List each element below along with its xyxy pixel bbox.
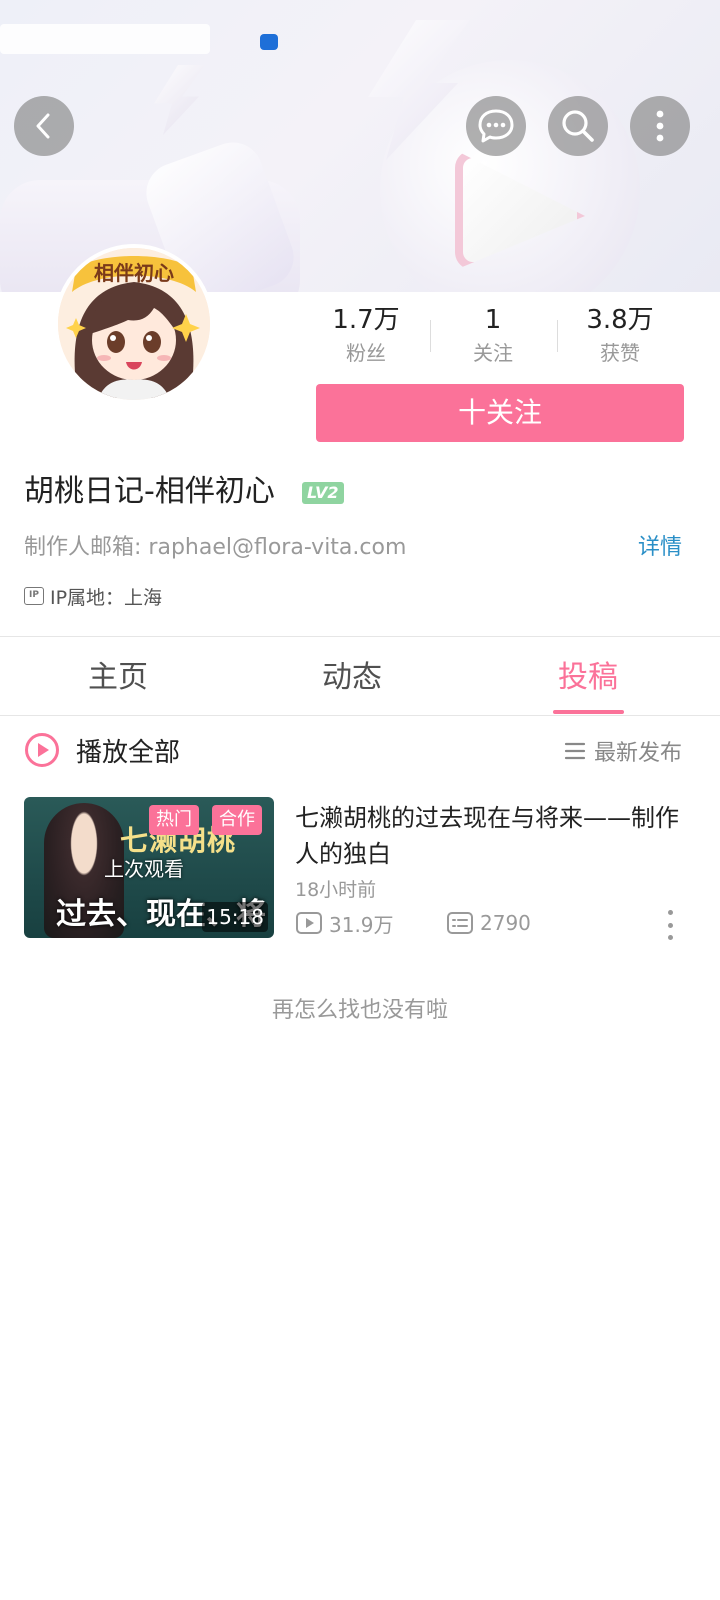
profile-name: 胡桃日记-相伴初心 xyxy=(24,474,275,509)
avatar-text: 相伴初心 xyxy=(94,261,174,285)
details-link[interactable]: 详情 xyxy=(638,532,682,564)
danmaku-icon xyxy=(447,912,473,934)
section-divider xyxy=(0,636,720,637)
video-views: 31.9万 xyxy=(295,908,394,938)
video-views-count: 31.9万 xyxy=(329,912,394,937)
avatar-illustration: 相伴初心 xyxy=(58,248,210,400)
stat-fans[interactable]: 1.7万 粉丝 xyxy=(306,302,426,368)
video-thumbnail[interactable]: 七濑胡桃 过去、现在、将来 热门 合作 上次观看 15:18 xyxy=(24,797,274,938)
stat-following[interactable]: 1 关注 xyxy=(433,302,553,368)
search-button[interactable] xyxy=(548,96,608,156)
play-all-label: 播放全部 xyxy=(76,737,181,768)
producer-email: 制作人邮箱: raphael@flora-vita.com xyxy=(24,532,406,564)
stat-label: 粉丝 xyxy=(346,341,386,365)
sort-label: 最新发布 xyxy=(593,741,682,766)
video-more-button[interactable] xyxy=(660,910,680,940)
stat-label: 关注 xyxy=(473,341,513,365)
level-badge: LV2 xyxy=(302,482,344,504)
back-button[interactable] xyxy=(14,96,74,156)
ip-icon: IP xyxy=(24,587,44,605)
message-button[interactable] xyxy=(466,96,526,156)
avatar[interactable]: 相伴初心 xyxy=(54,244,214,404)
stat-divider xyxy=(430,320,431,352)
sort-button[interactable]: 最新发布 xyxy=(564,734,682,768)
more-vertical-icon xyxy=(656,110,664,142)
play-circle-icon xyxy=(25,733,59,767)
play-count-icon xyxy=(296,912,322,934)
video-duration: 15:18 xyxy=(202,902,268,932)
stat-value: 3.8万 xyxy=(586,305,654,335)
play-all-button[interactable]: 播放全部 xyxy=(24,730,180,770)
stat-divider xyxy=(557,320,558,352)
email-address: raphael@flora-vita.com xyxy=(148,535,407,560)
list-icon xyxy=(564,742,586,760)
more-button[interactable] xyxy=(630,96,690,156)
stat-likes[interactable]: 3.8万 获赞 xyxy=(560,302,680,368)
ip-location: IP IP属地：上海 xyxy=(24,582,162,610)
video-title[interactable]: 七濑胡桃的过去现在与将来——制作人的独白 xyxy=(295,800,690,872)
video-comments: 2790 xyxy=(446,908,531,938)
end-of-list-text: 再怎么找也没有啦 xyxy=(271,998,448,1023)
follow-button[interactable]: 十关注 xyxy=(316,384,684,442)
search-icon xyxy=(562,110,594,142)
chat-bubble-icon xyxy=(478,109,514,143)
tab-home[interactable]: 主页 xyxy=(88,656,148,700)
ip-location-text: IP属地：上海 xyxy=(50,586,163,609)
stat-value: 1.7万 xyxy=(332,305,400,335)
email-label: 制作人邮箱: xyxy=(24,535,142,560)
tag-hot: 热门 xyxy=(149,805,199,835)
stat-label: 获赞 xyxy=(600,341,640,365)
last-watched-label: 上次观看 xyxy=(104,857,184,881)
tab-indicator xyxy=(553,710,624,714)
chevron-left-icon xyxy=(36,113,50,139)
status-bar xyxy=(0,20,720,60)
tag-collab: 合作 xyxy=(212,805,262,835)
video-time: 18小时前 xyxy=(295,879,377,901)
profile-page: 相伴初心 1.7万 粉丝 1 关注 3.8万 获赞 十关注 胡桃日记-相伴初心 … xyxy=(0,0,720,1600)
stat-value: 1 xyxy=(484,305,502,335)
app-notification-icon xyxy=(260,34,278,50)
video-comments-count: 2790 xyxy=(480,911,531,935)
tab-dynamics[interactable]: 动态 xyxy=(322,656,382,700)
tab-uploads[interactable]: 投稿 xyxy=(558,656,618,700)
tabs-divider xyxy=(0,715,720,716)
